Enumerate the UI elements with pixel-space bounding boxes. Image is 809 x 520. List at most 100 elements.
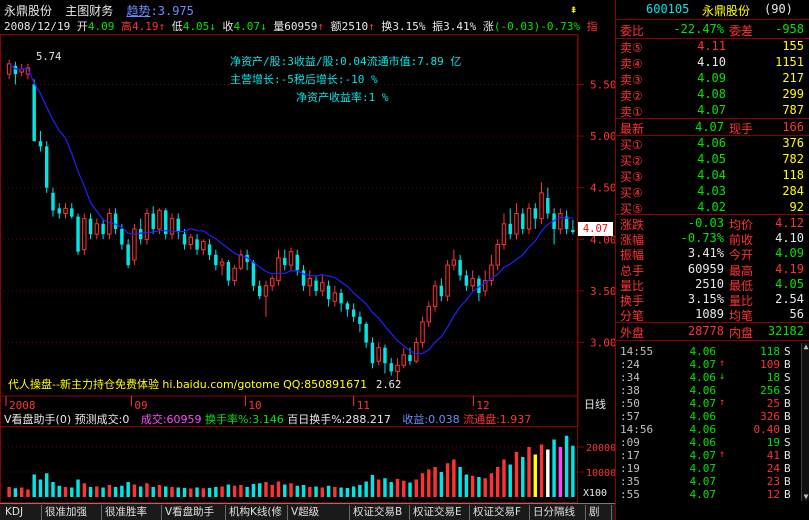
volume-bar: [483, 478, 487, 497]
tick-row: :57 4.06 326 B: [616, 410, 801, 423]
scroll-down-icon[interactable]: ▼: [802, 493, 809, 501]
order-label: 买①: [620, 138, 643, 152]
volume-bar: [283, 484, 287, 497]
stat-value: 4.10: [775, 231, 804, 246]
candle-body: [332, 292, 338, 302]
tab-3[interactable]: V看盘助手: [162, 505, 226, 520]
tab-1[interactable]: 很准加强: [42, 505, 102, 520]
volume-bar: [113, 487, 118, 497]
candle-body: [182, 234, 187, 245]
period-label[interactable]: 日线: [584, 396, 606, 412]
quote-stock-name: 永鼎股份: [702, 4, 751, 18]
order-price: 4.09: [697, 71, 726, 85]
candle-body: [257, 285, 262, 297]
order-label: 卖⑤: [620, 41, 643, 55]
volume-chart[interactable]: 200000 100000: [0, 426, 615, 503]
candle-body: [288, 251, 294, 266]
volume-bar: [182, 488, 187, 497]
candle-body: [226, 262, 231, 281]
buy-row[interactable]: 买④ 4.03 284: [616, 184, 809, 200]
buy-row[interactable]: 买① 4.06 376: [616, 136, 809, 152]
tab-5[interactable]: V超级MACD: [288, 505, 350, 520]
sell-row[interactable]: 卖③ 4.09 217: [616, 71, 809, 87]
stat-value: 4.05: [775, 276, 804, 291]
ad-text[interactable]: 代人操盘--新主力持仓免费体验 hi.baidu.com/gotome QQ:8…: [8, 376, 367, 392]
candle-body: [514, 213, 519, 235]
tab-7[interactable]: 权证交易E: [410, 505, 470, 520]
tab-0[interactable]: KDJ: [2, 505, 42, 520]
stat-row: 涨跌 -0.03 均价 4.12: [616, 216, 809, 232]
deal-label: 成交:: [140, 413, 167, 426]
tick-f: B: [784, 358, 791, 371]
candle-body: [345, 303, 350, 310]
volume-bar: [88, 487, 93, 497]
order-volume: 92: [789, 200, 804, 214]
candle-body: [151, 213, 155, 229]
stat-value: -0.03: [687, 216, 724, 230]
volume-bar: [176, 487, 180, 497]
chart-title-row: 永鼎股份 主图财务 趋势:3.975: [4, 4, 194, 18]
tick-f: B: [784, 488, 791, 501]
tab-10[interactable]: 剧: [586, 505, 612, 520]
sell-row[interactable]: 卖④ 4.10 1151: [616, 55, 809, 71]
candle-body: [38, 141, 43, 147]
order-price: 4.03: [697, 184, 726, 198]
tab-8[interactable]: 权证交易F: [470, 505, 530, 520]
tick-p: 4.07: [689, 449, 717, 462]
tick-p: 4.06: [689, 423, 717, 436]
scroll-up-icon[interactable]: ▲: [802, 343, 809, 351]
stat-row: 总手 60959 最高 4.19: [616, 262, 809, 278]
candle-body: [263, 285, 269, 297]
candle-body: [408, 354, 412, 362]
volume-bar: [220, 486, 224, 497]
candle-body: [295, 254, 299, 271]
tab-6[interactable]: 权证交易B: [350, 505, 410, 520]
volume-bar: [126, 482, 130, 497]
volume-bar: [383, 478, 387, 497]
tick-scrollbar[interactable]: ▲ ▼: [801, 343, 809, 501]
quote-panel: 600105 永鼎股份 (90) 委比 -22.47% 委差 -958 卖⑤ 4.…: [615, 0, 809, 520]
y-tick-label: 3.50: [590, 285, 615, 298]
candle-body: [63, 207, 68, 215]
tick-v: 25: [766, 397, 780, 410]
trend-label[interactable]: 趋势: [127, 4, 151, 18]
volume-bar: [19, 487, 24, 497]
candle-body: [188, 236, 194, 245]
candle-body: [395, 364, 400, 372]
tick-t: 14:55: [620, 345, 654, 358]
sell-row[interactable]: 卖① 4.07 787: [616, 103, 809, 119]
stat-value: 2510: [695, 276, 724, 291]
order-volume: 155: [782, 39, 804, 53]
candle-body: [501, 223, 507, 245]
buy-row[interactable]: 买② 4.05 782: [616, 152, 809, 168]
candle-body: [420, 321, 425, 344]
tick-p: 4.06: [689, 371, 717, 384]
candle-body: [113, 213, 118, 229]
order-label: 卖④: [620, 57, 643, 71]
tick-t: :17: [620, 449, 640, 462]
tick-a: ↑: [719, 449, 726, 460]
sell-row[interactable]: 卖⑤ 4.11 155: [616, 39, 809, 55]
open-label: 开: [76, 20, 88, 33]
volume-bar: [533, 454, 538, 497]
sell-row[interactable]: 卖② 4.08 299: [616, 87, 809, 103]
pin-icon[interactable]: ⇞: [570, 2, 577, 16]
buy-row[interactable]: 买③ 4.04 118: [616, 168, 809, 184]
volume-bar: [57, 485, 61, 497]
tick-v: 24: [766, 462, 780, 475]
outer-value: 28778: [687, 324, 724, 338]
tick-row: 14:56 4.06 0.40 B: [616, 423, 801, 436]
divider: [616, 340, 809, 341]
volume-bar: [546, 449, 550, 497]
tab-4[interactable]: 机构K线(修: [226, 505, 288, 520]
indicator-name[interactable]: V看盘助手(0): [4, 413, 71, 426]
inner-value: 32182: [767, 324, 804, 338]
stock-name[interactable]: 永鼎股份: [4, 4, 52, 18]
volume-bar: [364, 481, 368, 497]
candle-body: [94, 223, 100, 235]
tab-9[interactable]: 日分隔线: [530, 505, 586, 520]
chart-mode[interactable]: 主图财务: [65, 4, 113, 18]
candle-body: [464, 275, 469, 286]
order-price: 4.05: [697, 152, 726, 166]
tab-2[interactable]: 很准胜率: [102, 505, 162, 520]
